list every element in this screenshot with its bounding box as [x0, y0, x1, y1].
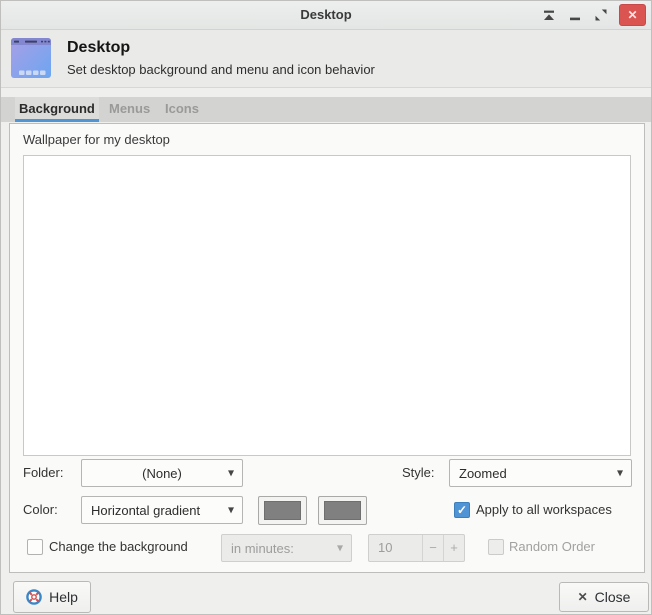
style-dropdown[interactable]: Zoomed ▾ — [449, 459, 632, 487]
gradient-color-1-button[interactable] — [258, 496, 307, 525]
close-window-icon: ✕ — [627, 8, 638, 22]
apply-all-workspaces-checkbox[interactable]: ✓ — [454, 502, 470, 518]
interval-spinner-value: 10 — [378, 540, 393, 555]
shade-button[interactable] — [541, 8, 556, 23]
help-icon — [26, 589, 42, 605]
folder-dropdown-value: (None) — [142, 465, 182, 481]
wallpaper-list-label: Wallpaper for my desktop — [23, 132, 170, 147]
color-type-dropdown-value: Horizontal gradient — [91, 502, 201, 518]
apply-all-workspaces-label: Apply to all workspaces — [476, 502, 612, 517]
spinner-minus-button: − — [422, 535, 443, 561]
minimize-button[interactable] — [567, 8, 582, 23]
tab-menus[interactable]: Menus — [105, 97, 154, 122]
chevron-down-icon: ▾ — [227, 465, 234, 480]
unmaximize-icon — [594, 8, 608, 22]
folder-label: Folder: — [23, 465, 64, 480]
shade-icon — [542, 8, 556, 22]
color-type-dropdown[interactable]: Horizontal gradient ▾ — [81, 496, 243, 524]
tab-background[interactable]: Background — [15, 97, 99, 122]
window-controls: ✕ — [541, 1, 646, 29]
tab-icons[interactable]: Icons — [161, 97, 203, 122]
close-button[interactable]: ✕ Close — [559, 582, 649, 612]
gradient-color-2-swatch — [324, 501, 361, 520]
interval-unit-value: in minutes: — [231, 540, 294, 556]
folder-dropdown[interactable]: (None) ▾ — [81, 459, 243, 487]
chevron-down-icon: ▾ — [227, 502, 234, 517]
spinner-plus-button: + — [443, 535, 464, 561]
minimize-icon — [568, 8, 582, 22]
gradient-color-1-swatch — [264, 501, 301, 520]
style-dropdown-value: Zoomed — [459, 465, 507, 481]
random-order-label: Random Order — [509, 539, 595, 554]
chevron-down-icon: ▾ — [336, 540, 343, 555]
page-header: Desktop Set desktop background and menu … — [1, 30, 651, 88]
page-title: Desktop — [67, 39, 131, 56]
change-background-label: Change the background — [49, 539, 188, 554]
close-button-label: Close — [594, 589, 631, 605]
help-button[interactable]: Help — [13, 581, 91, 613]
tabbar: Background Menus Icons — [1, 97, 651, 122]
gradient-color-2-button[interactable] — [318, 496, 367, 525]
wallpaper-list[interactable] — [23, 155, 631, 456]
background-tab-page: Wallpaper for my desktop Folder: (None) … — [9, 123, 645, 573]
desktop-settings-window: Desktop ✕ Desktop Set desktop background… — [0, 0, 652, 615]
desktop-app-icon — [11, 38, 51, 78]
color-label: Color: — [23, 502, 58, 517]
checkmark-icon: ✓ — [456, 503, 468, 517]
titlebar[interactable]: Desktop ✕ — [1, 1, 651, 30]
random-order-checkbox — [488, 539, 504, 555]
interval-spinner: 10 − + — [368, 534, 465, 562]
close-window-button[interactable]: ✕ — [619, 4, 646, 26]
interval-unit-dropdown: in minutes: ▾ — [221, 534, 352, 562]
unmaximize-button[interactable] — [593, 8, 608, 23]
change-background-checkbox[interactable] — [27, 539, 43, 555]
style-label: Style: — [402, 465, 435, 480]
help-button-label: Help — [49, 589, 78, 605]
page-subtitle: Set desktop background and menu and icon… — [67, 62, 375, 77]
chevron-down-icon: ▾ — [616, 465, 623, 480]
close-icon: ✕ — [577, 590, 588, 604]
